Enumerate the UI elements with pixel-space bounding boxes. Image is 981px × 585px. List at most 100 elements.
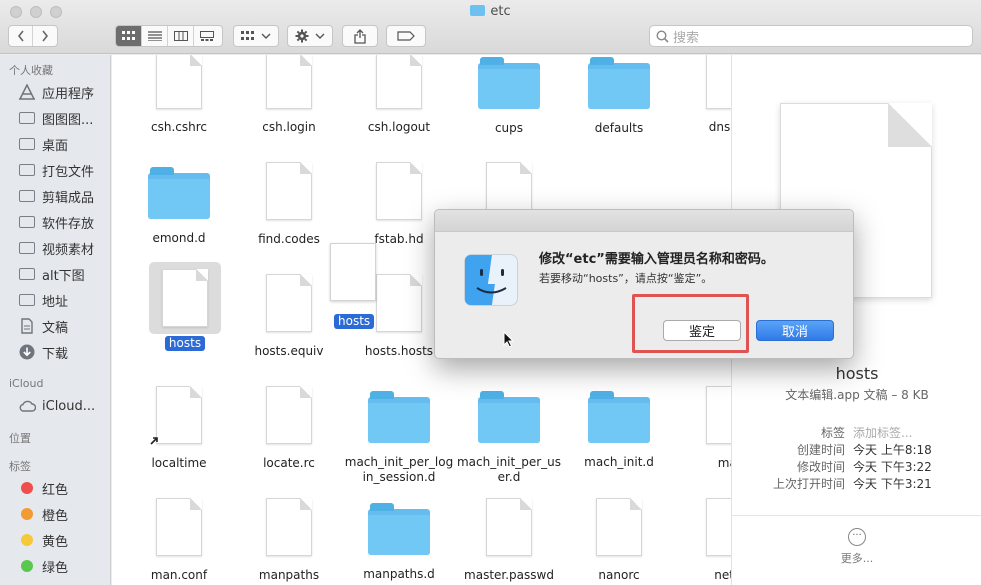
tag-color-dot	[21, 560, 33, 572]
title-bar: etc 搜索	[0, 0, 981, 54]
alias-arrow-icon	[150, 437, 158, 445]
icon-view-icon	[121, 31, 135, 40]
share-button[interactable]	[342, 25, 378, 47]
document-icon	[706, 55, 731, 109]
column-view-icon	[173, 31, 188, 41]
file-item[interactable]: man.conf	[124, 498, 234, 583]
folder-icon	[18, 162, 36, 178]
drag-ghost-label: hosts	[334, 314, 375, 329]
folder-item[interactable]: mach_init_per_us er.d	[454, 389, 564, 485]
add-tags-field[interactable]: 添加标签...	[853, 424, 912, 441]
file-item[interactable]: csh.logout	[344, 55, 454, 135]
file-item[interactable]: dnsext	[674, 55, 731, 135]
tag-color-dot	[21, 534, 33, 546]
file-item[interactable]: find.codes	[234, 162, 344, 247]
group-icon	[241, 31, 254, 40]
sidebar-item-folder-3[interactable]: 打包文件	[18, 160, 94, 180]
file-item[interactable]: localtime	[124, 386, 234, 471]
preview-row-key: 标签	[820, 426, 845, 440]
sidebar-item-label: 下载	[42, 346, 69, 362]
download-icon	[18, 344, 36, 360]
back-button[interactable]	[9, 26, 34, 46]
sidebar-item-label: 地址	[42, 294, 69, 310]
document-icon	[486, 498, 532, 556]
sidebar-item-folder-7[interactable]: alt下图	[18, 264, 85, 284]
folder-icon	[478, 57, 540, 109]
folder-icon	[368, 503, 430, 555]
more-button-label[interactable]: 更多...	[732, 550, 981, 566]
folder-icon	[148, 167, 210, 219]
dialog-title: 修改“etc”需要输入管理员名称和密码。	[539, 252, 774, 267]
sidebar-item-applications[interactable]: 应用程序	[18, 82, 94, 102]
list-view-button[interactable]	[142, 26, 168, 46]
finder-icon	[464, 254, 518, 306]
file-item[interactable]: master.passwd	[454, 498, 564, 583]
sidebar-item-documents[interactable]: 文稿	[18, 316, 68, 336]
folder-item[interactable]: defaults	[564, 55, 674, 136]
folder-item[interactable]: mach_init.d	[564, 389, 674, 470]
window-title: etc	[0, 4, 981, 19]
column-view-button[interactable]	[168, 26, 194, 46]
cancel-button[interactable]: 取消	[756, 320, 834, 341]
sidebar-item-folder-1[interactable]: 图图图...	[18, 108, 93, 128]
preview-file-name: hosts	[835, 364, 879, 383]
sidebar-tag-yellow[interactable]: 黄色	[18, 530, 68, 550]
file-item[interactable]: csh.login	[234, 55, 344, 135]
folder-item[interactable]: mach_init_per_log in_session.d	[344, 389, 454, 485]
file-name: csh.login	[262, 120, 316, 134]
gear-icon	[295, 29, 309, 43]
sidebar-item-folder-6[interactable]: 视频素材	[18, 238, 94, 258]
file-name: find.codes	[258, 232, 320, 246]
more-icon[interactable]: ···	[848, 528, 866, 546]
folder-icon	[588, 57, 650, 109]
file-item[interactable]: manpaths	[234, 498, 344, 583]
sidebar-tag-green[interactable]: 绿色	[18, 556, 68, 576]
folder-icon	[18, 188, 36, 204]
file-name: dnsext	[708, 120, 731, 134]
folder-item[interactable]: manpaths.d	[344, 501, 454, 582]
file-item[interactable]: locate.rc	[234, 386, 344, 471]
list-view-icon	[147, 31, 162, 41]
share-icon	[354, 28, 366, 44]
preview-row-modified: 修改时间 今天 下午3:22	[732, 458, 981, 474]
gallery-view-button[interactable]	[194, 26, 220, 46]
sidebar-tag-red[interactable]: 红色	[18, 478, 68, 498]
icon-view-button[interactable]	[116, 26, 142, 46]
file-item[interactable]: csh.cshrc	[124, 55, 234, 135]
sidebar-item-icloud-drive[interactable]: iCloud...	[18, 396, 95, 416]
sidebar-item-folder-4[interactable]: 剪辑成品	[18, 186, 94, 206]
file-item[interactable]: netw	[674, 498, 731, 583]
document-icon	[162, 269, 208, 327]
folder-item[interactable]: emond.d	[124, 165, 234, 246]
preview-row-value: 今天 上午8:18	[853, 443, 932, 457]
file-name: mach_init_per_us er.d	[456, 455, 561, 484]
file-name: defaults	[594, 121, 644, 135]
edit-tags-button[interactable]	[386, 25, 426, 47]
sidebar-item-downloads[interactable]: 下载	[18, 342, 68, 362]
icloud-header: iCloud	[9, 377, 44, 390]
group-by-button[interactable]	[233, 25, 279, 47]
sidebar-item-desktop[interactable]: 桌面	[18, 134, 68, 154]
folder-icon	[18, 110, 36, 126]
file-item-selected[interactable]: hosts	[130, 269, 240, 351]
search-field[interactable]: 搜索	[649, 25, 973, 47]
folder-icon	[18, 292, 36, 308]
documents-icon	[18, 318, 36, 334]
file-item[interactable]: mai	[674, 386, 731, 471]
sidebar-item-folder-5[interactable]: 软件存放	[18, 212, 94, 232]
action-button[interactable]	[287, 25, 333, 47]
sidebar-item-label: 红色	[42, 482, 69, 498]
sidebar-item-label: 应用程序	[42, 86, 95, 102]
file-name: locate.rc	[263, 456, 315, 470]
file-item[interactable]: hosts.equiv	[234, 274, 344, 359]
sidebar-tag-orange[interactable]: 橙色	[18, 504, 68, 524]
forward-button[interactable]	[33, 26, 57, 46]
desktop-icon	[18, 136, 36, 152]
sidebar-item-label: alt下图	[42, 268, 85, 284]
search-placeholder: 搜索	[673, 30, 700, 46]
file-name: emond.d	[152, 231, 206, 245]
file-name: localtime	[151, 456, 207, 470]
sidebar-item-folder-8[interactable]: 地址	[18, 290, 68, 310]
folder-item[interactable]: cups	[454, 55, 564, 136]
file-item[interactable]: nanorc	[564, 498, 674, 583]
